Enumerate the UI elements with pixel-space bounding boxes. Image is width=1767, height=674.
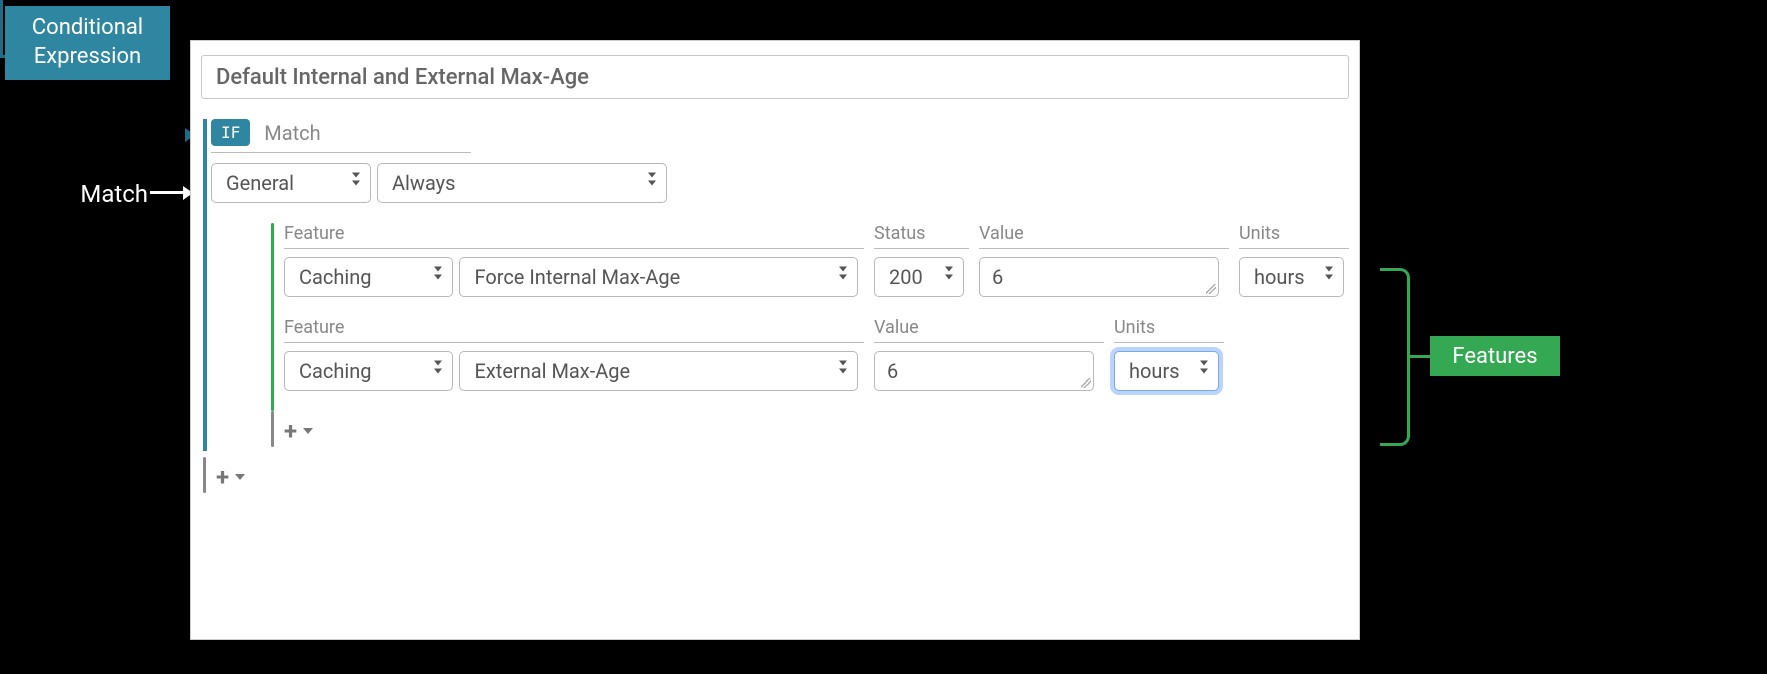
feature-category-select[interactable]: Caching [284,351,453,391]
units-value: hours [1129,359,1180,383]
units-select[interactable]: hours [1239,257,1344,297]
feature-row: Feature Caching Force Internal Max-Age [284,223,1359,297]
bracket [1380,268,1410,446]
plus-icon: + [216,463,229,491]
match-condition-value: Always [392,171,455,195]
value-text: 6 [887,359,898,383]
value-input[interactable]: 6 [874,351,1094,391]
indicator-line [203,457,206,493]
if-header: IF Match [211,119,471,153]
status-value: 200 [889,265,923,289]
col-label-value: Value [979,223,1229,249]
if-label: Match [264,121,320,145]
value-text: 6 [992,265,1003,289]
plus-icon: + [284,417,297,445]
feature-name-select[interactable]: External Max-Age [459,351,858,391]
add-rule-row: + [203,457,1349,497]
match-category-value: General [226,171,294,195]
callout-line2: Expression [34,43,141,72]
feature-indicator [271,223,274,411]
connector-line [1410,355,1430,358]
feature-category-value: Caching [299,265,372,289]
callout-line1: Conditional [32,14,143,43]
col-label-feature: Feature [284,317,864,343]
resize-handle[interactable] [1081,378,1091,388]
match-category-select[interactable]: General [211,163,371,203]
connector-line [150,191,185,194]
if-badge: IF [211,119,250,146]
rule-title-input[interactable]: Default Internal and External Max-Age [201,55,1349,99]
rule-title-text: Default Internal and External Max-Age [216,65,589,90]
feature-category-select[interactable]: Caching [284,257,453,297]
feature-category-value: Caching [299,359,372,383]
connector-line [0,0,3,55]
letterbox [1360,0,1767,674]
match-row: General Always [211,163,1359,203]
col-label-value: Value [874,317,1104,343]
add-feature-button[interactable]: + [284,411,313,451]
features-block: Feature Caching Force Internal Max-Age [271,223,1359,411]
feature-name-select[interactable]: Force Internal Max-Age [459,257,858,297]
col-label-units: Units [1239,223,1349,249]
callout-match: Match [38,180,148,208]
rule-editor-panel: Default Internal and External Max-Age IF… [190,40,1360,640]
units-select[interactable]: hours [1114,351,1219,391]
caret-down-icon [303,428,313,434]
resize-handle[interactable] [1206,284,1216,294]
callout-conditional-expression: Conditional Expression [5,6,170,80]
col-label-status: Status [874,223,969,249]
match-condition-select[interactable]: Always [377,163,667,203]
feature-row: Feature Caching External Max-Age [284,317,1359,391]
feature-name-value: Force Internal Max-Age [474,265,680,289]
indicator-line [271,411,274,447]
rule-body: IF Match General Always [191,99,1359,497]
status-select[interactable]: 200 [874,257,964,297]
caret-down-icon [235,474,245,480]
callout-features: Features [1430,336,1560,376]
col-label-units: Units [1114,317,1224,343]
col-label-feature: Feature [284,223,864,249]
add-rule-button[interactable]: + [216,457,245,497]
value-input[interactable]: 6 [979,257,1219,297]
feature-name-value: External Max-Age [474,359,630,383]
units-value: hours [1254,265,1305,289]
